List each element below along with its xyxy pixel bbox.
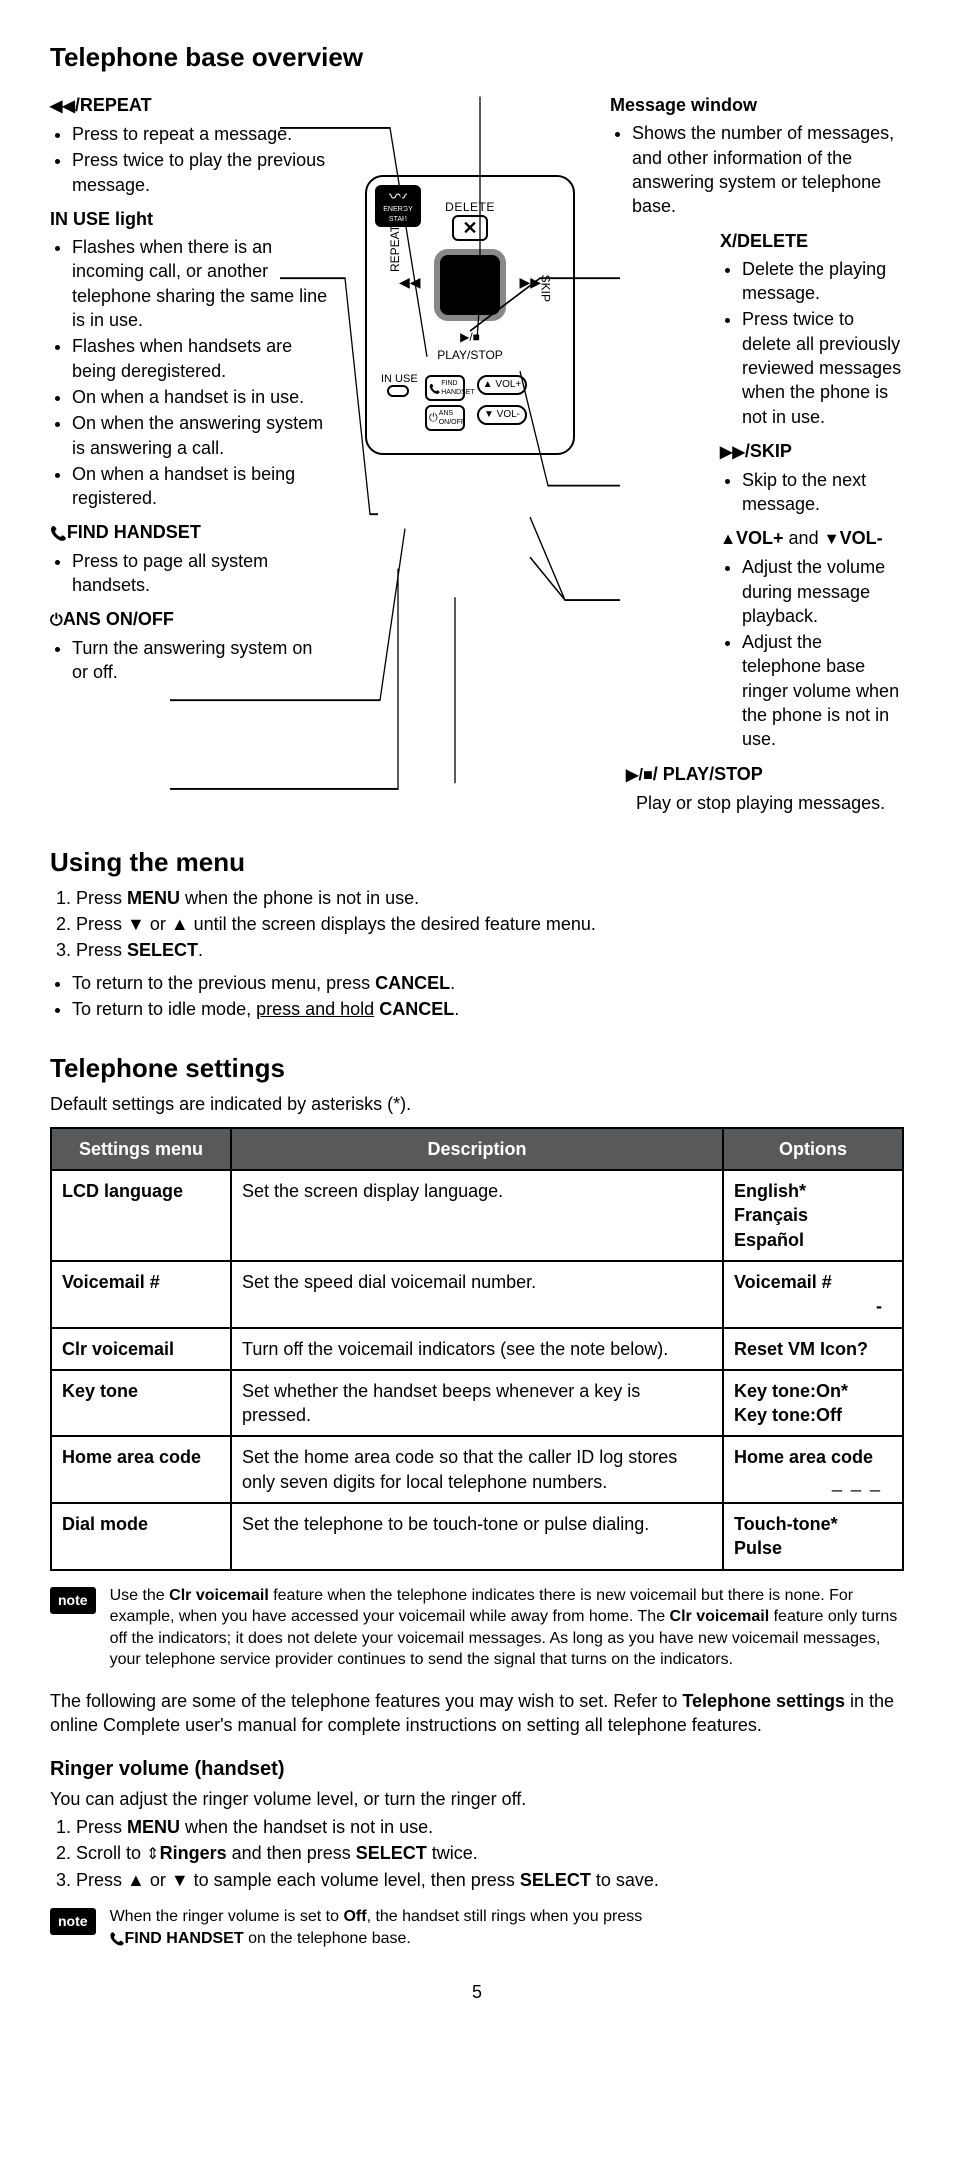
inuse-led [387, 385, 409, 397]
btn-ans-onoff: ⏻ANSON/OFF [425, 405, 465, 431]
handset-icon [429, 380, 440, 396]
btn-repeat: ◀◀ [399, 273, 421, 292]
th-options: Options [723, 1128, 903, 1170]
following-text: The following are some of the telephone … [50, 1689, 904, 1738]
settings-table: Settings menu Description Options LCD la… [50, 1127, 904, 1571]
btn-delete: ✕ [452, 215, 488, 241]
find-head: FIND HANDSET [50, 520, 330, 544]
inuse-head: IN USE light [50, 207, 330, 231]
overview-grid: ◀◀/REPEAT Press to repeat a message. Pre… [50, 85, 904, 815]
repeat-head: ◀◀/REPEAT [50, 93, 330, 118]
menu-bullets: To return to the previous menu, press CA… [50, 971, 904, 1022]
table-row: Clr voicemailTurn off the voicemail indi… [51, 1328, 903, 1370]
section-title: Telephone base overview [50, 40, 904, 75]
msgwin-head: Message window [610, 93, 904, 117]
skip-list: Skip to the next message. [610, 468, 904, 517]
lbl-repeat: REPEAT [387, 225, 403, 272]
lbl-delete: DELETE [445, 199, 495, 215]
find-list: Press to page all system handsets. [50, 549, 330, 598]
section-title: Telephone settings [50, 1051, 904, 1086]
vol-head: ▲VOL+ and ▼VOL- [610, 526, 904, 551]
table-row: Key toneSet whether the handset beeps wh… [51, 1370, 903, 1437]
note-badge: note [50, 1587, 96, 1614]
base-diagram: 〰 ENERGY STAR DELETE ✕ REPEAT SKIP ◀◀ ▶▶… [365, 175, 575, 455]
energy-star-badge: 〰 ENERGY STAR [375, 185, 421, 227]
ans-list: Turn the answering system on or off. [50, 636, 330, 685]
btn-find-handset: FINDHANDSET [425, 375, 465, 401]
btn-skip: ▶▶ [519, 273, 541, 292]
vol-list: Adjust the volume during message playbac… [610, 555, 904, 751]
xdelete-head: X/DELETE [610, 229, 904, 253]
inuse-list: Flashes when there is an incoming call, … [50, 235, 330, 510]
repeat-list: Press to repeat a message. Press twice t… [50, 122, 330, 197]
th-description: Description [231, 1128, 723, 1170]
btn-playstop: ▶/■ [460, 329, 480, 345]
ringer-intro: You can adjust the ringer volume level, … [50, 1787, 904, 1811]
ans-head: ⏻ANS ON/OFF [50, 607, 330, 632]
handset-icon [50, 522, 67, 542]
table-row: LCD languageSet the screen display langu… [51, 1170, 903, 1261]
note-badge: note [50, 1908, 96, 1935]
section-subtitle: Default settings are indicated by asteri… [50, 1092, 904, 1116]
note-clr-voicemail: note Use the Clr voicemail feature when … [50, 1585, 904, 1671]
power-icon: ⏻ [429, 411, 438, 426]
btn-vol-up: ▲ VOL+ [477, 375, 527, 395]
msgwin-list: Shows the number of messages, and other … [610, 121, 904, 218]
menu-steps: Press MENU when the phone is not in use.… [50, 886, 904, 963]
skip-head: ▶▶/SKIP [610, 439, 904, 464]
th-settings-menu: Settings menu [51, 1128, 231, 1170]
lbl-playstop: PLAY/STOP [437, 347, 503, 363]
xdelete-list: Delete the playing message. Press twice … [610, 257, 904, 429]
table-row: Voicemail #Set the speed dial voicemail … [51, 1261, 903, 1328]
section-title: Using the menu [50, 845, 904, 880]
table-row: Dial modeSet the telephone to be touch-t… [51, 1503, 903, 1570]
playstop-head: ▶/■/ PLAY/STOP [610, 762, 904, 787]
ringer-steps: Press MENU when the handset is not in us… [50, 1815, 904, 1892]
scroll-icon: ⇕ [146, 1845, 160, 1863]
table-row: Home area codeSet the home area code so … [51, 1436, 903, 1503]
btn-vol-down: ▼ VOL- [477, 405, 527, 425]
page-number: 5 [50, 1980, 904, 2004]
power-icon: ⏻ [50, 611, 63, 629]
playstop-text: Play or stop playing messages. [610, 791, 904, 815]
note-ringer: note When the ringer volume is set to Of… [50, 1906, 904, 1949]
message-window [434, 249, 506, 321]
ringer-title: Ringer volume (handset) [50, 1756, 904, 1783]
handset-icon [110, 1930, 125, 1947]
